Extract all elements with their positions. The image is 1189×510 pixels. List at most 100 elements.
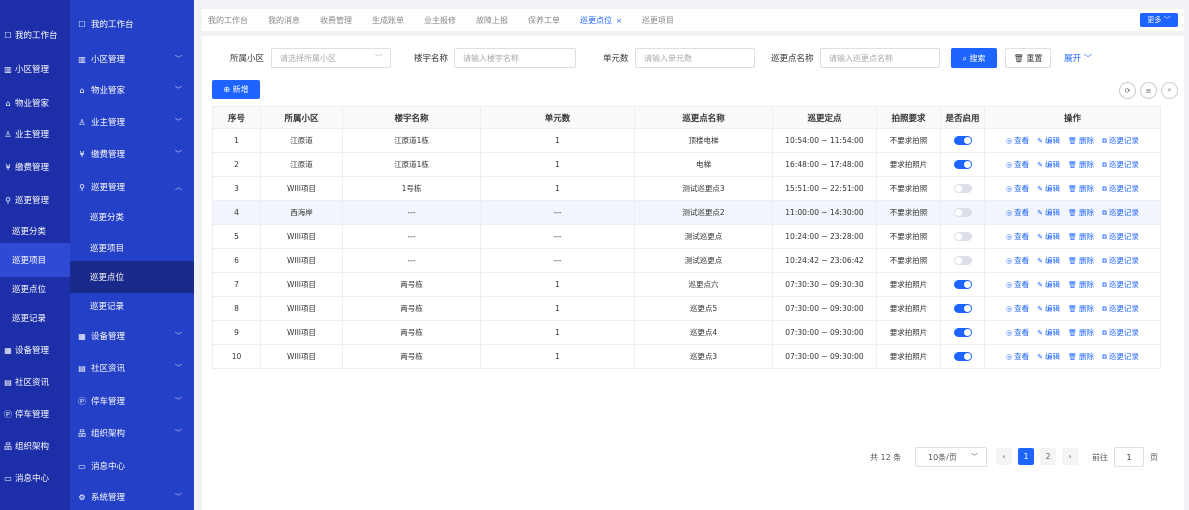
secondary-sidebar-item-14[interactable]: ▭ 消息中心 xyxy=(70,450,194,482)
columns-icon[interactable]: ≡ xyxy=(1140,82,1157,99)
view-button[interactable]: ◎ 查看 xyxy=(1006,327,1029,338)
expand-link[interactable]: 展开 ﹀ xyxy=(1064,52,1092,64)
view-button[interactable]: ◎ 查看 xyxy=(1006,207,1029,218)
primary-sidebar-item-14[interactable]: ▭ 消息中心 xyxy=(0,461,70,495)
delete-button[interactable]: 🗑 删除 xyxy=(1068,207,1094,218)
delete-button[interactable]: 🗑 删除 xyxy=(1068,159,1094,170)
delete-button[interactable]: 🗑 删除 xyxy=(1068,231,1094,242)
delete-button[interactable]: 🗑 删除 xyxy=(1068,279,1094,290)
edit-button[interactable]: ✎ 编辑 xyxy=(1037,135,1060,146)
secondary-sidebar-item-15[interactable]: ⚙ 系统管理 ﹀ xyxy=(70,481,194,510)
view-button[interactable]: ◎ 查看 xyxy=(1006,159,1029,170)
search-icon[interactable]: ⌕ xyxy=(1161,82,1178,99)
page-2-button[interactable]: 2 xyxy=(1040,448,1056,465)
enabled-toggle[interactable] xyxy=(953,280,972,290)
tab-0[interactable]: 我的工作台 xyxy=(208,15,248,26)
view-button[interactable]: ◎ 查看 xyxy=(1006,255,1029,266)
enabled-toggle[interactable] xyxy=(953,352,972,362)
edit-button[interactable]: ✎ 编辑 xyxy=(1037,255,1060,266)
point-input[interactable]: 请输入巡更点名称 xyxy=(820,48,940,68)
secondary-sidebar-item-2[interactable]: ⌂ 物业管家 ﹀ xyxy=(70,74,194,106)
secondary-sidebar-item-9[interactable]: 巡更记录 xyxy=(70,290,194,322)
reset-button[interactable]: 🗑 重置 xyxy=(1005,48,1051,68)
primary-sidebar-item-12[interactable]: Ⓟ 停车管理 xyxy=(0,397,70,431)
next-page-button[interactable]: › xyxy=(1062,448,1078,465)
secondary-sidebar-item-13[interactable]: 品组织架构 ﹀ xyxy=(70,417,194,449)
building-input[interactable]: 请输入楼宇名称 xyxy=(454,48,576,68)
patrol-record-button[interactable]: ⧉ 巡更记录 xyxy=(1102,327,1139,338)
edit-button[interactable]: ✎ 编辑 xyxy=(1037,327,1060,338)
enabled-toggle[interactable] xyxy=(953,136,972,146)
delete-button[interactable]: 🗑 删除 xyxy=(1068,183,1094,194)
primary-sidebar-item-5[interactable]: ⚲ 巡更管理 xyxy=(0,183,70,217)
primary-sidebar-item-10[interactable]: ▦ 设备管理 xyxy=(0,333,70,367)
add-button[interactable]: ⊕ 新增 xyxy=(212,80,260,99)
view-button[interactable]: ◎ 查看 xyxy=(1006,231,1029,242)
tab-3[interactable]: 生成账单 xyxy=(372,15,404,26)
secondary-sidebar-item-7[interactable]: 巡更项目 xyxy=(70,232,194,264)
enabled-toggle[interactable] xyxy=(953,232,972,242)
primary-sidebar-item-3[interactable]: ♙ 业主管理 xyxy=(0,117,70,151)
enabled-toggle[interactable] xyxy=(953,304,972,314)
tab-5[interactable]: 故障上报 xyxy=(476,15,508,26)
patrol-record-button[interactable]: ⧉ 巡更记录 xyxy=(1102,351,1139,362)
community-select[interactable]: 请选择所属小区 ﹀ xyxy=(271,48,391,68)
tab-8[interactable]: 巡更项目 xyxy=(642,15,674,26)
view-button[interactable]: ◎ 查看 xyxy=(1006,303,1029,314)
patrol-record-button[interactable]: ⧉ 巡更记录 xyxy=(1102,207,1139,218)
secondary-sidebar-item-10[interactable]: ▦ 设备管理 ﹀ xyxy=(70,320,194,352)
patrol-record-button[interactable]: ⧉ 巡更记录 xyxy=(1102,255,1139,266)
patrol-record-button[interactable]: ⧉ 巡更记录 xyxy=(1102,303,1139,314)
unit-input[interactable]: 请输入单元数 xyxy=(635,48,755,68)
view-button[interactable]: ◎ 查看 xyxy=(1006,351,1029,362)
primary-sidebar-item-0[interactable]: ☐ 我的工作台 xyxy=(0,18,70,52)
view-button[interactable]: ◎ 查看 xyxy=(1006,279,1029,290)
enabled-toggle[interactable] xyxy=(953,160,972,170)
close-icon[interactable]: × xyxy=(616,17,622,25)
enabled-toggle[interactable] xyxy=(953,184,972,194)
delete-button[interactable]: 🗑 删除 xyxy=(1068,351,1094,362)
goto-page-input[interactable]: 1 xyxy=(1114,447,1144,467)
patrol-record-button[interactable]: ⧉ 巡更记录 xyxy=(1102,135,1139,146)
secondary-sidebar-item-3[interactable]: ♙ 业主管理 ﹀ xyxy=(70,106,194,138)
page-1-button[interactable]: 1 xyxy=(1018,448,1034,465)
edit-button[interactable]: ✎ 编辑 xyxy=(1037,303,1060,314)
primary-sidebar-item-9[interactable]: 巡更记录 xyxy=(0,301,70,335)
tab-1[interactable]: 我的消息 xyxy=(268,15,300,26)
search-button[interactable]: ⌕ 搜索 xyxy=(951,48,997,68)
delete-button[interactable]: 🗑 删除 xyxy=(1068,135,1094,146)
view-button[interactable]: ◎ 查看 xyxy=(1006,183,1029,194)
enabled-toggle[interactable] xyxy=(953,208,972,218)
secondary-sidebar-item-4[interactable]: ¥ 缴费管理 ﹀ xyxy=(70,138,194,170)
delete-button[interactable]: 🗑 删除 xyxy=(1068,255,1094,266)
patrol-record-button[interactable]: ⧉ 巡更记录 xyxy=(1102,279,1139,290)
more-tabs-button[interactable]: 更多 ﹀ xyxy=(1140,13,1178,27)
secondary-sidebar-item-6[interactable]: 巡更分类 xyxy=(70,201,194,233)
patrol-record-button[interactable]: ⧉ 巡更记录 xyxy=(1102,183,1139,194)
patrol-record-button[interactable]: ⧉ 巡更记录 xyxy=(1102,159,1139,170)
edit-button[interactable]: ✎ 编辑 xyxy=(1037,183,1060,194)
secondary-sidebar-item-12[interactable]: Ⓟ 停车管理 ﹀ xyxy=(70,385,194,417)
secondary-sidebar-item-0[interactable]: ☐ 我的工作台 xyxy=(70,8,194,40)
delete-button[interactable]: 🗑 删除 xyxy=(1068,327,1094,338)
secondary-sidebar-item-1[interactable]: ▥ 小区管理 ﹀ xyxy=(70,43,194,75)
tab-7[interactable]: 巡更点位 × xyxy=(580,15,622,26)
primary-sidebar-item-11[interactable]: ▤ 社区资讯 xyxy=(0,365,70,399)
page-size-select[interactable]: 10条/页 ﹀ xyxy=(915,447,987,467)
secondary-sidebar-item-5[interactable]: ⚲ 巡更管理 ︿ xyxy=(70,171,194,203)
edit-button[interactable]: ✎ 编辑 xyxy=(1037,351,1060,362)
tab-6[interactable]: 保养工单 xyxy=(528,15,560,26)
prev-page-button[interactable]: ‹ xyxy=(996,448,1012,465)
delete-button[interactable]: 🗑 删除 xyxy=(1068,303,1094,314)
tab-2[interactable]: 收费管理 xyxy=(320,15,352,26)
refresh-icon[interactable]: ⟳ xyxy=(1119,82,1136,99)
enabled-toggle[interactable] xyxy=(953,256,972,266)
edit-button[interactable]: ✎ 编辑 xyxy=(1037,159,1060,170)
edit-button[interactable]: ✎ 编辑 xyxy=(1037,279,1060,290)
primary-sidebar-item-1[interactable]: ▥ 小区管理 xyxy=(0,52,70,86)
primary-sidebar-item-4[interactable]: ¥ 缴费管理 xyxy=(0,150,70,184)
edit-button[interactable]: ✎ 编辑 xyxy=(1037,207,1060,218)
edit-button[interactable]: ✎ 编辑 xyxy=(1037,231,1060,242)
secondary-sidebar-item-11[interactable]: ▤ 社区资讯 ﹀ xyxy=(70,352,194,384)
view-button[interactable]: ◎ 查看 xyxy=(1006,135,1029,146)
